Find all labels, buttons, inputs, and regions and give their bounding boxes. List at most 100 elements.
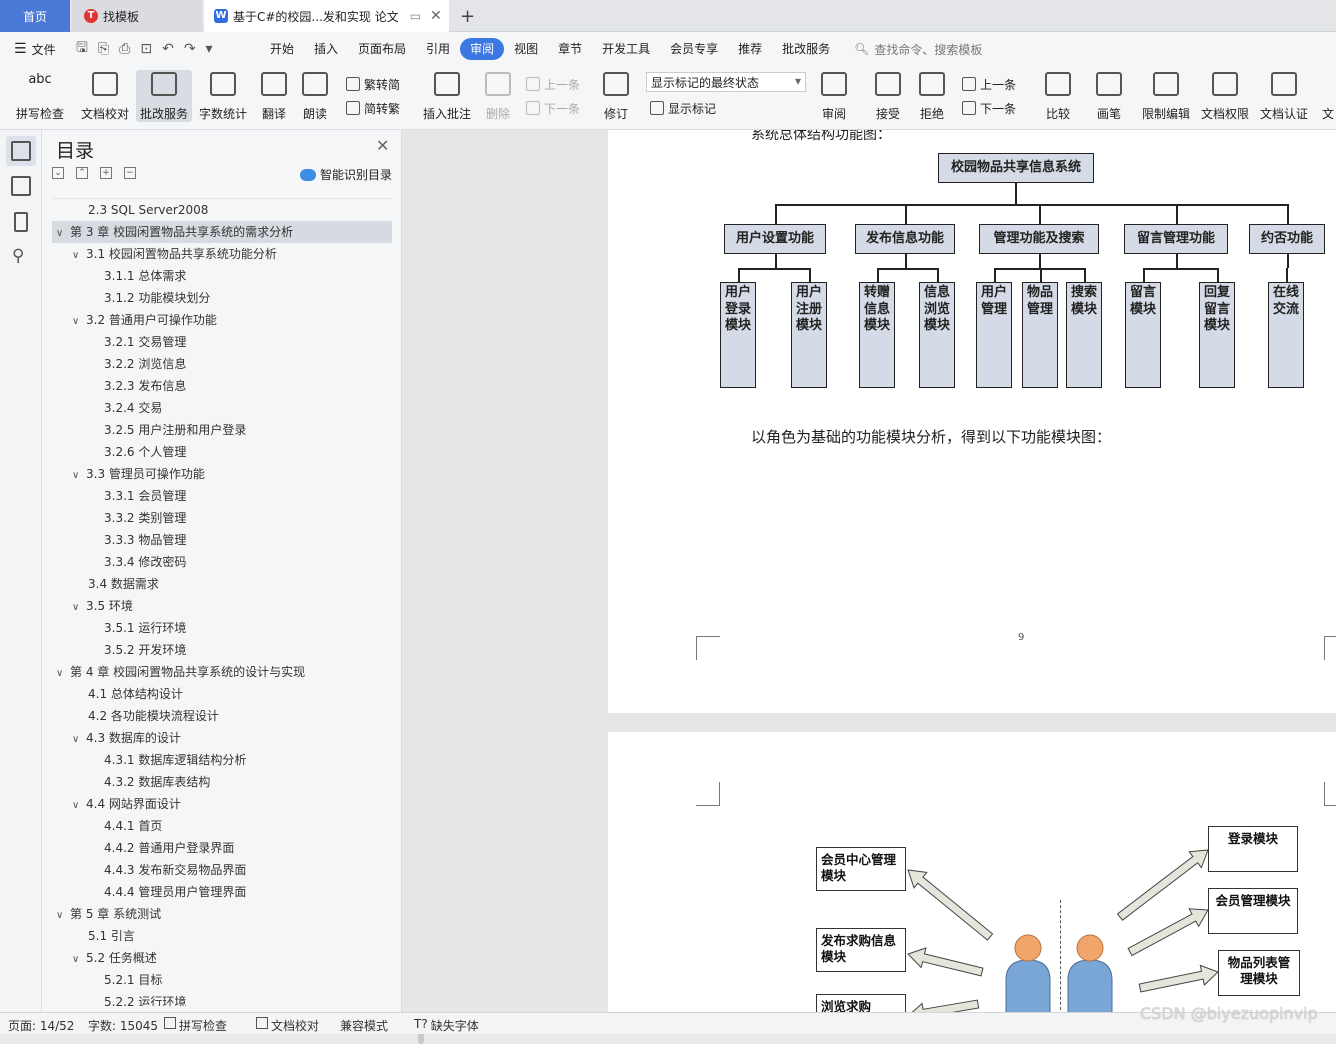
toc-item[interactable]: 5.2.2 运行环境 xyxy=(52,991,392,1006)
menu-item-1[interactable]: 插入 xyxy=(304,38,348,60)
command-search[interactable]: 🔍︎ 查找命令、搜索模板 xyxy=(854,41,982,58)
read-aloud-button[interactable]: 朗读 xyxy=(300,70,330,122)
tab-home[interactable]: 首页 xyxy=(0,0,70,32)
undo-icon[interactable]: ↶ xyxy=(162,41,174,57)
toc-panel-button[interactable] xyxy=(6,136,36,166)
menu-item-2[interactable]: 页面布局 xyxy=(348,38,416,60)
toc-item[interactable]: 3.4 数据需求 xyxy=(52,573,392,595)
print-icon[interactable]: ⎙ xyxy=(119,41,130,57)
close-icon[interactable]: ✕ xyxy=(376,136,389,155)
toc-item[interactable]: 3.2.2 浏览信息 xyxy=(52,353,392,375)
toc-item[interactable]: 5.2.1 目标 xyxy=(52,969,392,991)
doc-rights-button[interactable]: 文档权限 xyxy=(1200,70,1250,122)
toc-item[interactable]: 3.3.1 会员管理 xyxy=(52,485,392,507)
next-comment-button[interactable]: 下一条 xyxy=(526,98,580,118)
review-pane-button[interactable]: 审阅 xyxy=(816,70,852,122)
bookmark-icon[interactable] xyxy=(14,212,28,232)
toc-item[interactable]: 4.4.2 普通用户登录界面 xyxy=(52,837,392,859)
toc-item[interactable]: 4.4.3 发布新交易物品界面 xyxy=(52,859,392,881)
chevron-down-icon[interactable]: ∨ xyxy=(56,663,70,685)
menu-item-0[interactable]: 开始 xyxy=(260,38,304,60)
tab-document[interactable]: W 基于C#的校园...发和实现 论文 ▭ ✕ xyxy=(204,0,449,32)
find-icon[interactable]: ⚲ xyxy=(12,246,24,266)
chevron-down-icon[interactable]: ∨ xyxy=(72,465,86,487)
track-changes-button[interactable]: 修订 xyxy=(598,70,634,122)
toc-item[interactable]: ∨ 4.4 网站界面设计 xyxy=(52,793,392,815)
smart-toc-button[interactable]: 智能识别目录 xyxy=(300,166,392,183)
menu-item-4[interactable]: 审阅 xyxy=(460,38,505,60)
toc-item[interactable]: 3.3.2 类别管理 xyxy=(52,507,392,529)
menu-item-10[interactable]: 批改服务 xyxy=(772,38,840,60)
more-ribbon-button[interactable]: 文 xyxy=(1320,70,1336,122)
status-proofread[interactable]: 文档校对 xyxy=(256,1017,319,1034)
reject-button[interactable]: 拒绝 xyxy=(914,70,950,122)
new-tab-button[interactable]: + xyxy=(460,0,482,32)
show-markup-button[interactable]: 显示标记 xyxy=(650,98,716,118)
chevron-down-icon[interactable]: ∨ xyxy=(72,245,86,267)
spell-check-button[interactable]: abc 拼写检查 xyxy=(10,70,70,122)
tab-template[interactable]: T 找模板 xyxy=(72,0,202,32)
prev-comment-button[interactable]: 上一条 xyxy=(526,74,580,94)
translate-button[interactable]: 翻译 xyxy=(256,70,292,122)
toc-item[interactable]: 3.2.1 交易管理 xyxy=(52,331,392,353)
menu-item-9[interactable]: 推荐 xyxy=(728,38,772,60)
toc-item[interactable]: 3.2.6 个人管理 xyxy=(52,441,392,463)
toc-item[interactable]: ∨ 3.3 管理员可操作功能 xyxy=(52,463,392,485)
save-icon[interactable]: 🖫 xyxy=(76,37,88,61)
toc-item[interactable]: ∨ 第 5 章 系统测试 xyxy=(52,903,392,925)
remove-item-icon[interactable]: − xyxy=(124,167,136,179)
window-icon[interactable]: ▭ xyxy=(410,9,421,23)
toc-item[interactable]: 3.1.2 功能模块划分 xyxy=(52,287,392,309)
collapse-all-icon[interactable]: ⌄ xyxy=(52,167,64,179)
prev-change-button[interactable]: 上一条 xyxy=(962,74,1016,94)
chevron-down-icon[interactable]: ∨ xyxy=(72,729,86,751)
next-change-button[interactable]: 下一条 xyxy=(962,98,1016,118)
toc-item[interactable]: ∨ 3.1 校园闲置物品共享系统功能分析 xyxy=(52,243,392,265)
delete-comment-button[interactable]: 删除 xyxy=(480,70,516,122)
insert-comment-button[interactable]: 插入批注 xyxy=(420,70,474,122)
file-menu[interactable]: ☰ 文件 xyxy=(0,41,70,58)
trad-to-simp-button[interactable]: 繁转简 xyxy=(346,74,400,94)
close-tab-icon[interactable]: ✕ xyxy=(430,8,442,24)
status-spell-check[interactable]: 拼写检查 xyxy=(164,1017,227,1034)
toc-item[interactable]: ∨ 4.3 数据库的设计 xyxy=(52,727,392,749)
toc-item[interactable]: 3.3.4 修改密码 xyxy=(52,551,392,573)
toc-item[interactable]: 4.3.1 数据库逻辑结构分析 xyxy=(52,749,392,771)
toc-item[interactable]: 3.2.5 用户注册和用户登录 xyxy=(52,419,392,441)
chevron-down-icon[interactable]: ∨ xyxy=(72,949,86,971)
menu-item-8[interactable]: 会员专享 xyxy=(660,38,728,60)
toc-item[interactable]: 4.2 各功能模块流程设计 xyxy=(52,705,392,727)
menu-item-6[interactable]: 章节 xyxy=(548,38,592,60)
proofread-button[interactable]: 文档校对 xyxy=(80,70,130,122)
toc-item[interactable]: 3.5.1 运行环境 xyxy=(52,617,392,639)
word-count-button[interactable]: 字数统计 xyxy=(198,70,248,122)
toc-item[interactable]: 3.2.3 发布信息 xyxy=(52,375,392,397)
expand-up-icon[interactable]: ⌃ xyxy=(76,167,88,179)
chapter-nav-icon[interactable] xyxy=(11,176,31,196)
toc-item[interactable]: ∨ 3.2 普通用户可操作功能 xyxy=(52,309,392,331)
toc-item[interactable]: ∨ 第 4 章 校园闲置物品共享系统的设计与实现 xyxy=(52,661,392,683)
doc-cert-button[interactable]: 文档认证 xyxy=(1258,70,1310,122)
toc-item[interactable]: ∨ 3.5 环境 xyxy=(52,595,392,617)
accept-button[interactable]: 接受 xyxy=(870,70,906,122)
export-pdf-icon[interactable]: ⎘ xyxy=(98,41,109,57)
toc-item[interactable]: 3.3.3 物品管理 xyxy=(52,529,392,551)
add-item-icon[interactable]: + xyxy=(100,167,112,179)
chevron-down-icon[interactable]: ∨ xyxy=(56,223,70,245)
compare-button[interactable]: 比较 xyxy=(1040,70,1076,122)
redo-icon[interactable]: ↷ xyxy=(184,41,196,57)
print-preview-icon[interactable]: ⊡ xyxy=(140,41,152,57)
menu-item-5[interactable]: 视图 xyxy=(504,38,548,60)
menu-item-7[interactable]: 开发工具 xyxy=(592,38,660,60)
chevron-down-icon[interactable]: ∨ xyxy=(72,311,86,333)
missing-font-button[interactable]: T? 缺失字体 xyxy=(414,1017,479,1034)
restrict-editing-button[interactable]: 限制编辑 xyxy=(1140,70,1192,122)
toc-item[interactable]: 4.1 总体结构设计 xyxy=(52,683,392,705)
chevron-down-icon[interactable]: ∨ xyxy=(72,795,86,817)
ink-button[interactable]: 画笔 xyxy=(1094,70,1124,122)
toc-item[interactable]: ∨ 5.2 任务概述 xyxy=(52,947,392,969)
review-service-button[interactable]: 批改服务 xyxy=(136,70,192,122)
menu-item-3[interactable]: 引用 xyxy=(416,38,460,60)
markup-state-select[interactable]: 显示标记的最终状态 ▾ xyxy=(646,72,806,92)
page-indicator[interactable]: 页面: 14/52 xyxy=(8,1017,74,1034)
